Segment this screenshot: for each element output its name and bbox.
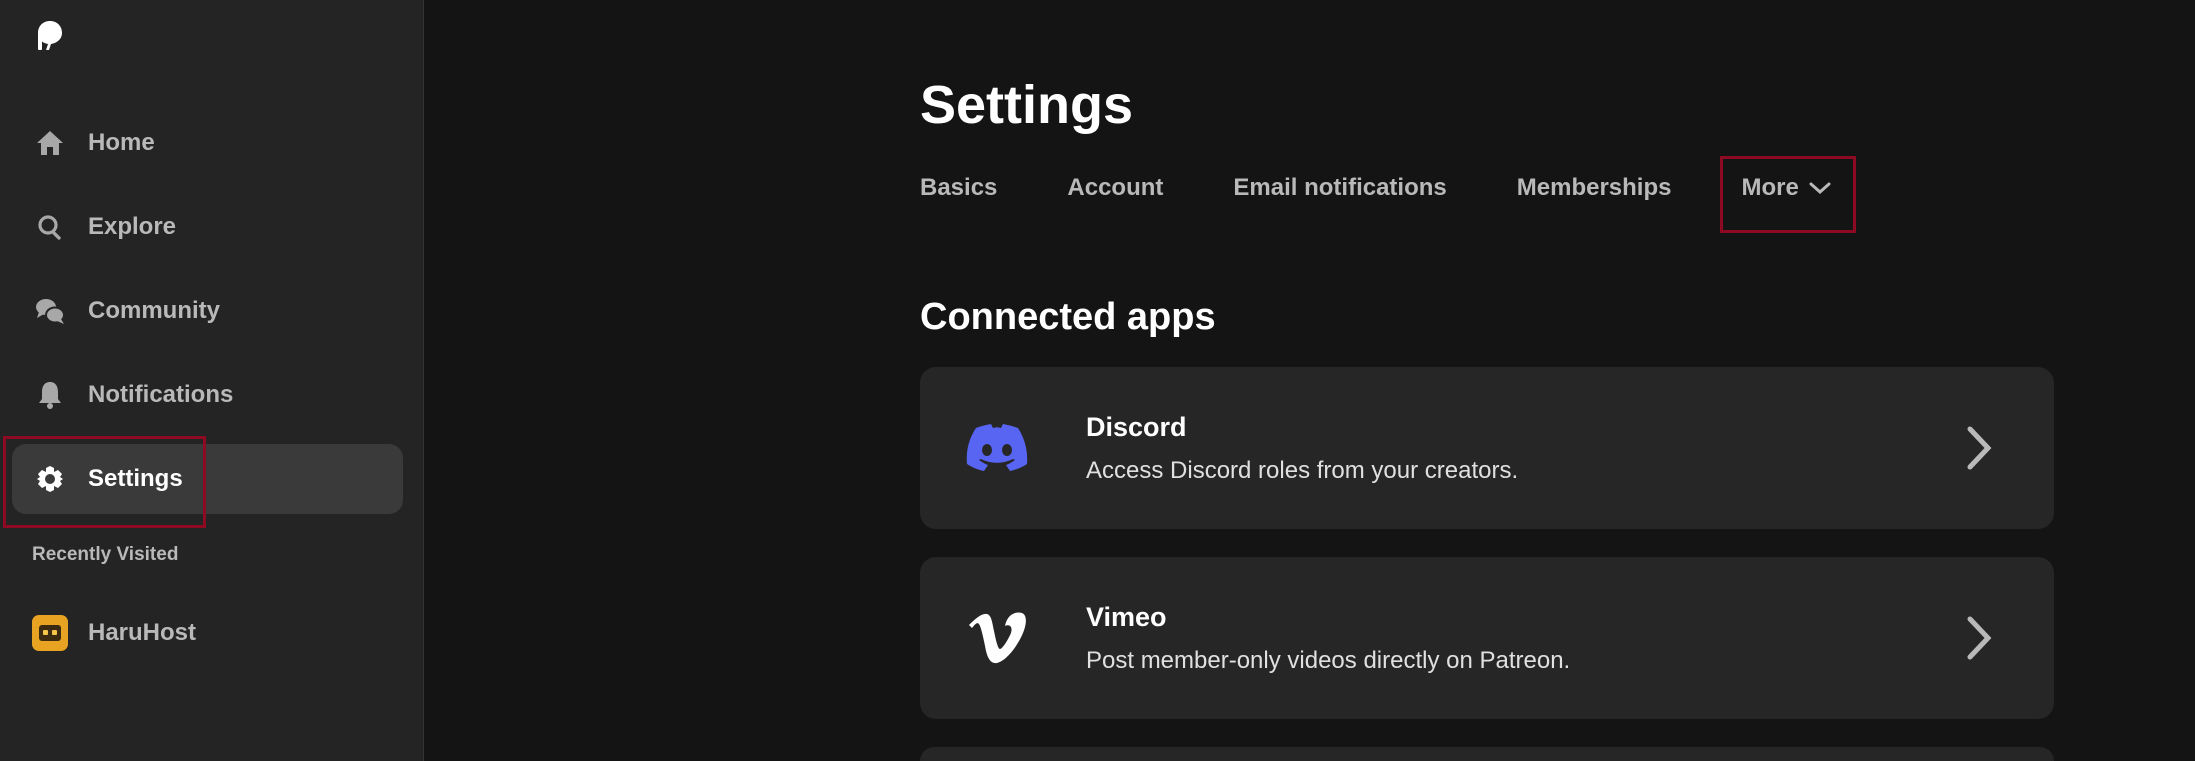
- sidebar-item-settings[interactable]: Settings: [12, 444, 403, 514]
- bell-icon: [32, 377, 68, 413]
- sidebar-item-label: Settings: [88, 465, 183, 492]
- sidebar-item-notifications[interactable]: Notifications: [12, 360, 403, 430]
- patreon-logo-icon[interactable]: [36, 20, 64, 50]
- settings-tabs: Basics Account Email notifications Membe…: [920, 174, 1901, 202]
- sidebar-item-explore[interactable]: Explore: [12, 192, 403, 262]
- chevron-down-icon: [1809, 182, 1831, 195]
- app-description: Post member-only videos directly on Patr…: [1086, 646, 1571, 674]
- app-name: Discord: [1086, 411, 1187, 442]
- page-title: Settings: [920, 75, 1134, 135]
- main-content: Settings Basics Account Email notificati…: [424, 0, 2195, 761]
- tab-email-notifications[interactable]: Email notifications: [1233, 174, 1446, 202]
- sidebar-item-label: Notifications: [88, 381, 234, 408]
- app-card-discord[interactable]: Discord Access Discord roles from your c…: [920, 367, 2054, 529]
- tab-more[interactable]: More: [1741, 174, 1831, 202]
- app-card-partial[interactable]: [920, 747, 2054, 761]
- vimeo-icon: [966, 607, 1028, 669]
- sidebar-item-community[interactable]: Community: [12, 276, 403, 346]
- sidebar-item-label: Explore: [88, 213, 177, 240]
- gear-icon: [32, 461, 68, 497]
- app-description: Access Discord roles from your creators.: [1086, 456, 1519, 484]
- recent-item-label: HaruHost: [88, 619, 197, 646]
- chevron-right-icon: [1967, 426, 1992, 470]
- tab-more-label: More: [1741, 174, 1799, 201]
- home-icon: [32, 125, 68, 161]
- recent-item-haruhost[interactable]: HaruHost: [12, 600, 403, 666]
- search-icon: [32, 209, 68, 245]
- chat-bubbles-icon: [32, 293, 68, 329]
- tab-basics[interactable]: Basics: [920, 174, 997, 202]
- recently-visited-heading: Recently Visited: [32, 544, 179, 565]
- app-name: Vimeo: [1086, 601, 1167, 632]
- sidebar: Home Explore Community Notifications Set: [0, 0, 424, 761]
- discord-icon: [966, 417, 1028, 479]
- tab-memberships[interactable]: Memberships: [1517, 174, 1672, 202]
- sidebar-item-label: Home: [88, 129, 155, 156]
- sidebar-item-label: Community: [88, 297, 220, 324]
- app-card-vimeo[interactable]: Vimeo Post member-only videos directly o…: [920, 557, 2054, 719]
- app-window: Home Explore Community Notifications Set: [0, 0, 2195, 761]
- chevron-right-icon: [1967, 616, 1992, 660]
- sidebar-item-home[interactable]: Home: [12, 108, 403, 178]
- creator-avatar: [32, 615, 68, 651]
- connected-apps-heading: Connected apps: [920, 296, 1216, 338]
- tab-account[interactable]: Account: [1067, 174, 1163, 202]
